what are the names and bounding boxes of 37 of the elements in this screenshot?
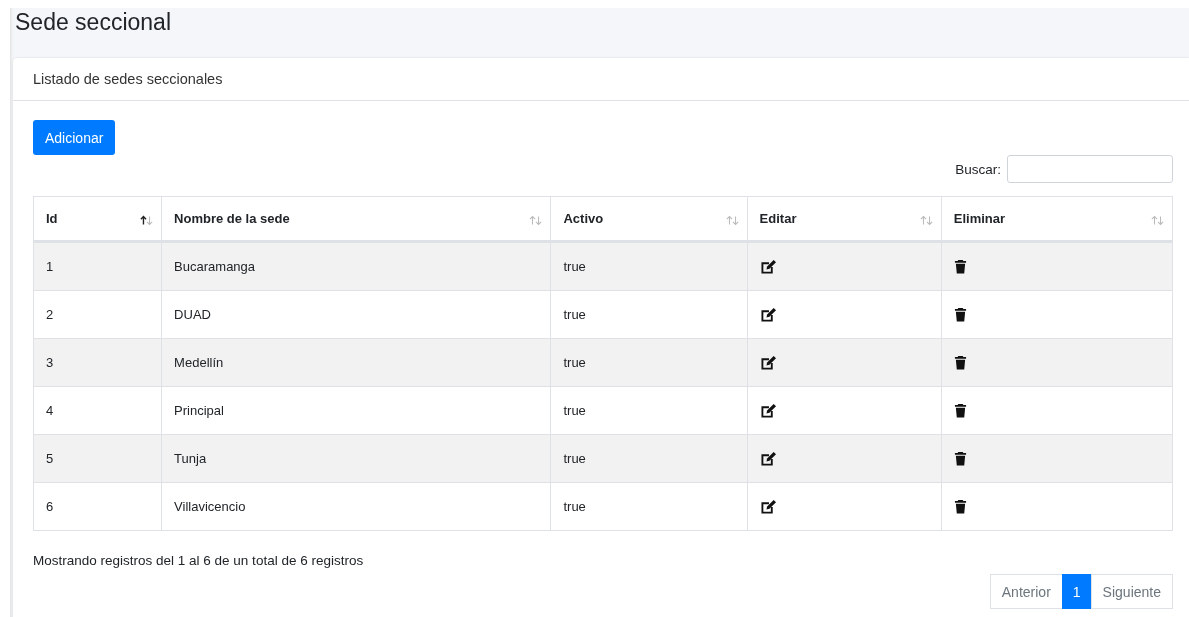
search-label: Buscar:: [955, 161, 1001, 177]
edit-icon[interactable]: [759, 451, 777, 466]
table-cell: 2: [33, 290, 162, 339]
table-cell: Medellín: [161, 338, 551, 387]
table-cell: Tunja: [161, 434, 551, 483]
trash-icon[interactable]: [953, 307, 967, 322]
search-field[interactable]: [1007, 155, 1173, 183]
table-cell: Principal: [161, 386, 551, 435]
trash-icon[interactable]: [953, 355, 967, 370]
records-info: Mostrando registros del 1 al 6 de un total de 6 registros: [33, 553, 365, 568]
page-button[interactable]: 1: [1061, 574, 1092, 609]
edit-icon[interactable]: [759, 259, 777, 274]
table-cell: true: [550, 386, 748, 435]
card-title: Listado de sedes seccionales: [33, 71, 223, 87]
trash-icon[interactable]: [953, 259, 967, 274]
table-cell: Villavicencio: [161, 482, 551, 531]
edit-icon[interactable]: [759, 403, 777, 418]
table-cell: true: [550, 290, 748, 339]
table-cell: 1: [33, 241, 162, 291]
table-cell: true: [550, 434, 748, 483]
edit-icon[interactable]: [759, 499, 777, 514]
table-cell: true: [550, 482, 748, 531]
trash-icon[interactable]: [953, 451, 967, 466]
add-button[interactable]: Adicionar: [33, 120, 116, 155]
table-cell: 3: [33, 338, 162, 387]
table-cell: 6: [33, 482, 162, 531]
table-cell: 5: [33, 434, 162, 483]
edit-icon[interactable]: [759, 355, 777, 370]
edit-icon[interactable]: [759, 307, 777, 322]
table-cell: Bucaramanga: [161, 241, 551, 291]
table-cell: true: [550, 241, 748, 291]
page-title: Sede seccional: [14, 8, 172, 37]
trash-icon[interactable]: [953, 499, 967, 514]
table-cell: 4: [33, 386, 162, 435]
table-cell: true: [550, 338, 748, 387]
table-cell: DUAD: [161, 290, 551, 339]
trash-icon[interactable]: [953, 403, 967, 418]
